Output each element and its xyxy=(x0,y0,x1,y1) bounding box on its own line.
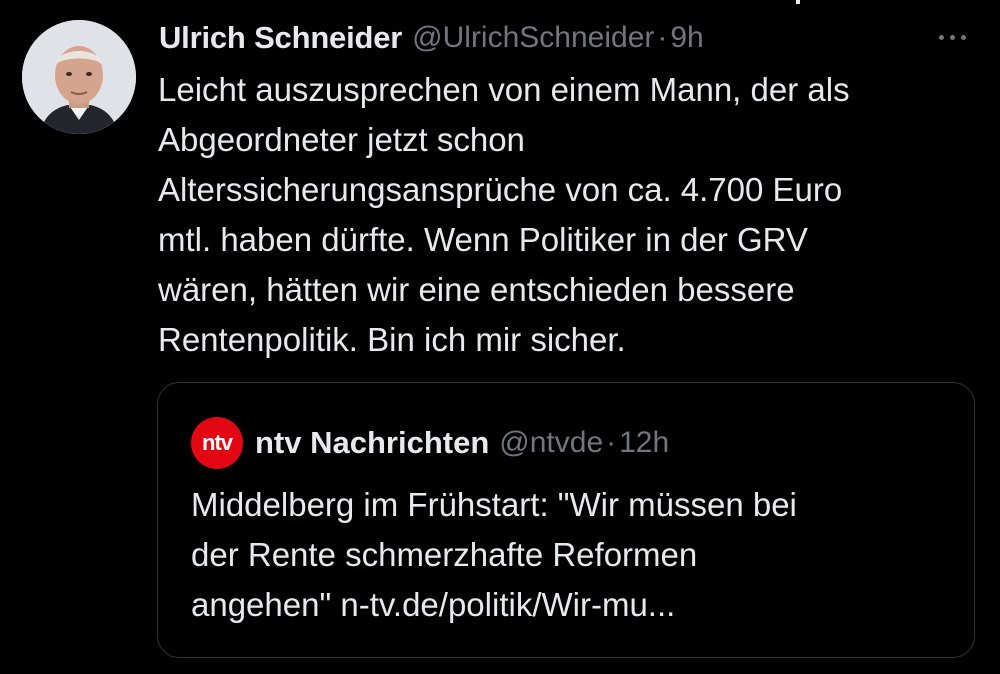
previous-content-edge xyxy=(796,0,800,4)
quoted-tweet-text: Middelberg im Frühstart: "Wir müssen bei… xyxy=(191,486,797,623)
quoted-tweet-header: ntv ntv Nachrichten @ntvde · 12h xyxy=(191,417,670,469)
author-name[interactable]: Ulrich Schneider xyxy=(159,20,402,56)
author-handle[interactable]: @UlrichSchneider xyxy=(412,21,654,55)
quoted-timestamp: 12h xyxy=(619,426,670,459)
quoted-tweet-card[interactable]: ntv ntv Nachrichten @ntvde · 12h Middelb… xyxy=(157,382,975,658)
ntv-logo-icon[interactable]: ntv xyxy=(191,417,243,469)
tweet-header: Ulrich Schneider @UlrichSchneider · 9h xyxy=(159,16,704,60)
timestamp[interactable]: 9h xyxy=(670,21,703,55)
quoted-author-handle: @ntvde xyxy=(499,426,604,459)
quoted-author-name: ntv Nachrichten xyxy=(255,425,490,460)
dot xyxy=(960,34,966,40)
avatar[interactable] xyxy=(22,20,136,134)
separator: · xyxy=(657,21,668,54)
avatar-photo xyxy=(22,20,136,134)
dot xyxy=(949,34,955,40)
more-horizontal-icon[interactable] xyxy=(932,26,972,48)
separator: · xyxy=(606,426,617,459)
dot xyxy=(938,34,944,40)
tweet-text: Leicht auszusprechen von einem Mann, der… xyxy=(158,71,850,358)
